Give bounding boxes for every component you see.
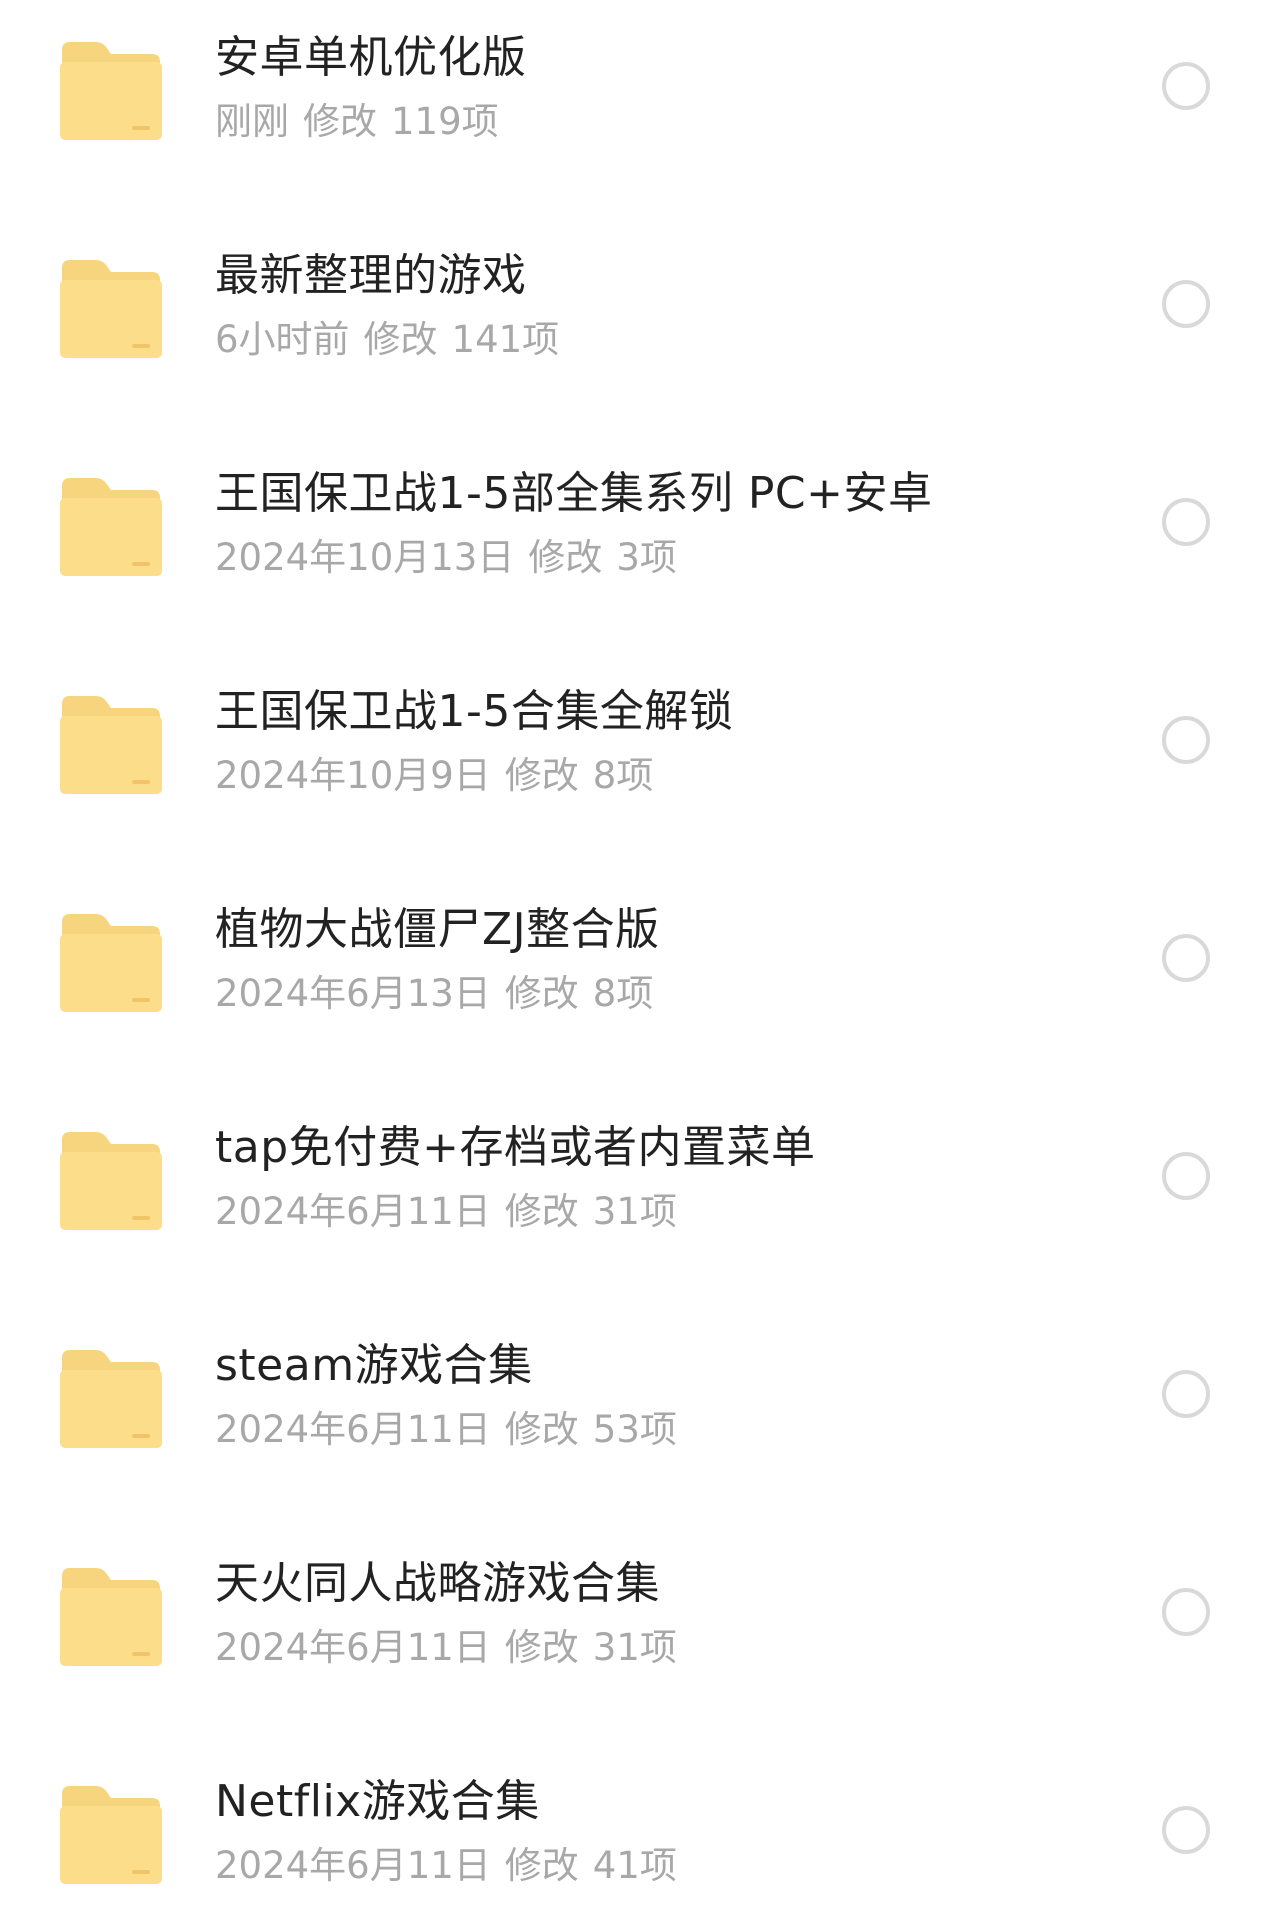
modified-label: 修改 <box>363 318 438 361</box>
modified-label: 修改 <box>504 1190 579 1233</box>
folder-meta: 2024年6月11日 修改 53项 <box>215 1406 691 1454</box>
modified-label: 修改 <box>303 100 377 143</box>
radio-unchecked-icon[interactable] <box>1162 1152 1210 1200</box>
list-item[interactable]: tap免付费+存档或者内置菜单 2024年6月11日 修改 31项 <box>0 1090 1280 1270</box>
item-count: 53项 <box>592 1408 677 1451</box>
folder-name: 最新整理的游戏 <box>215 250 527 301</box>
modified-time: 刚刚 <box>215 100 289 143</box>
folder-meta: 2024年6月11日 修改 31项 <box>215 1188 691 1236</box>
item-count: 31项 <box>592 1190 677 1233</box>
item-count: 31项 <box>592 1626 677 1669</box>
item-count: 41项 <box>592 1844 677 1887</box>
folder-name: 王国保卫战1-5部全集系列 PC+安卓 <box>215 468 933 519</box>
item-count: 141项 <box>451 318 560 361</box>
modified-label: 修改 <box>504 1844 579 1887</box>
folder-meta: 2024年6月11日 修改 41项 <box>215 1842 691 1890</box>
folder-icon <box>56 254 166 364</box>
folder-icon <box>56 36 166 146</box>
item-count: 8项 <box>592 754 654 797</box>
item-count: 119项 <box>391 100 499 143</box>
folder-name: 天火同人战略游戏合集 <box>215 1558 660 1609</box>
modified-time: 2024年6月11日 <box>215 1408 491 1451</box>
list-item[interactable]: Netflix游戏合集 2024年6月11日 修改 41项 <box>0 1744 1280 1924</box>
folder-name: tap免付费+存档或者内置菜单 <box>215 1122 816 1173</box>
modified-time: 2024年6月11日 <box>215 1844 491 1887</box>
folder-icon <box>56 1780 166 1890</box>
folder-icon <box>56 1344 166 1454</box>
modified-time: 2024年10月9日 <box>215 754 491 797</box>
folder-name: 安卓单机优化版 <box>215 32 527 83</box>
folder-name: Netflix游戏合集 <box>215 1776 540 1827</box>
radio-unchecked-icon[interactable] <box>1162 280 1210 328</box>
folder-meta: 刚刚 修改 119项 <box>215 98 513 146</box>
list-item[interactable]: 王国保卫战1-5部全集系列 PC+安卓 2024年10月13日 修改 3项 <box>0 436 1280 616</box>
folder-icon <box>56 1126 166 1236</box>
radio-unchecked-icon[interactable] <box>1162 498 1210 546</box>
item-count: 8项 <box>592 972 654 1015</box>
folder-icon <box>56 472 166 582</box>
modified-time: 2024年10月13日 <box>215 536 515 579</box>
folder-meta: 2024年6月11日 修改 31项 <box>215 1624 691 1672</box>
modified-label: 修改 <box>504 1408 579 1451</box>
modified-label: 修改 <box>504 972 579 1015</box>
modified-time: 2024年6月13日 <box>215 972 491 1015</box>
folder-name: 王国保卫战1-5合集全解锁 <box>215 686 734 737</box>
radio-unchecked-icon[interactable] <box>1162 62 1210 110</box>
folder-icon <box>56 1562 166 1672</box>
folder-icon <box>56 690 166 800</box>
list-item[interactable]: 植物大战僵尸ZJ整合版 2024年6月13日 修改 8项 <box>0 872 1280 1052</box>
modified-label: 修改 <box>504 1626 579 1669</box>
folder-meta: 2024年10月13日 修改 3项 <box>215 534 691 582</box>
file-list: 安卓单机优化版 刚刚 修改 119项 最新整理的游戏 6小时前 修改 141项 王国保卫… <box>0 0 1280 1926</box>
folder-icon <box>56 908 166 1018</box>
list-item[interactable]: 天火同人战略游戏合集 2024年6月11日 修改 31项 <box>0 1526 1280 1706</box>
radio-unchecked-icon[interactable] <box>1162 1588 1210 1636</box>
folder-meta: 2024年6月13日 修改 8项 <box>215 970 667 1018</box>
radio-unchecked-icon[interactable] <box>1162 934 1210 982</box>
folder-meta: 2024年10月9日 修改 8项 <box>215 752 667 800</box>
list-item[interactable]: steam游戏合集 2024年6月11日 修改 53项 <box>0 1308 1280 1488</box>
modified-label: 修改 <box>504 754 579 797</box>
modified-time: 6小时前 <box>215 318 350 361</box>
folder-name: steam游戏合集 <box>215 1340 533 1391</box>
radio-unchecked-icon[interactable] <box>1162 1806 1210 1854</box>
modified-label: 修改 <box>528 536 603 579</box>
modified-time: 2024年6月11日 <box>215 1626 491 1669</box>
radio-unchecked-icon[interactable] <box>1162 1370 1210 1418</box>
list-item[interactable]: 王国保卫战1-5合集全解锁 2024年10月9日 修改 8项 <box>0 654 1280 834</box>
radio-unchecked-icon[interactable] <box>1162 716 1210 764</box>
list-item[interactable]: 最新整理的游戏 6小时前 修改 141项 <box>0 218 1280 398</box>
item-count: 3项 <box>616 536 677 579</box>
modified-time: 2024年6月11日 <box>215 1190 491 1233</box>
folder-meta: 6小时前 修改 141项 <box>215 316 573 364</box>
folder-name: 植物大战僵尸ZJ整合版 <box>215 904 660 955</box>
list-item[interactable]: 安卓单机优化版 刚刚 修改 119项 <box>0 0 1280 180</box>
